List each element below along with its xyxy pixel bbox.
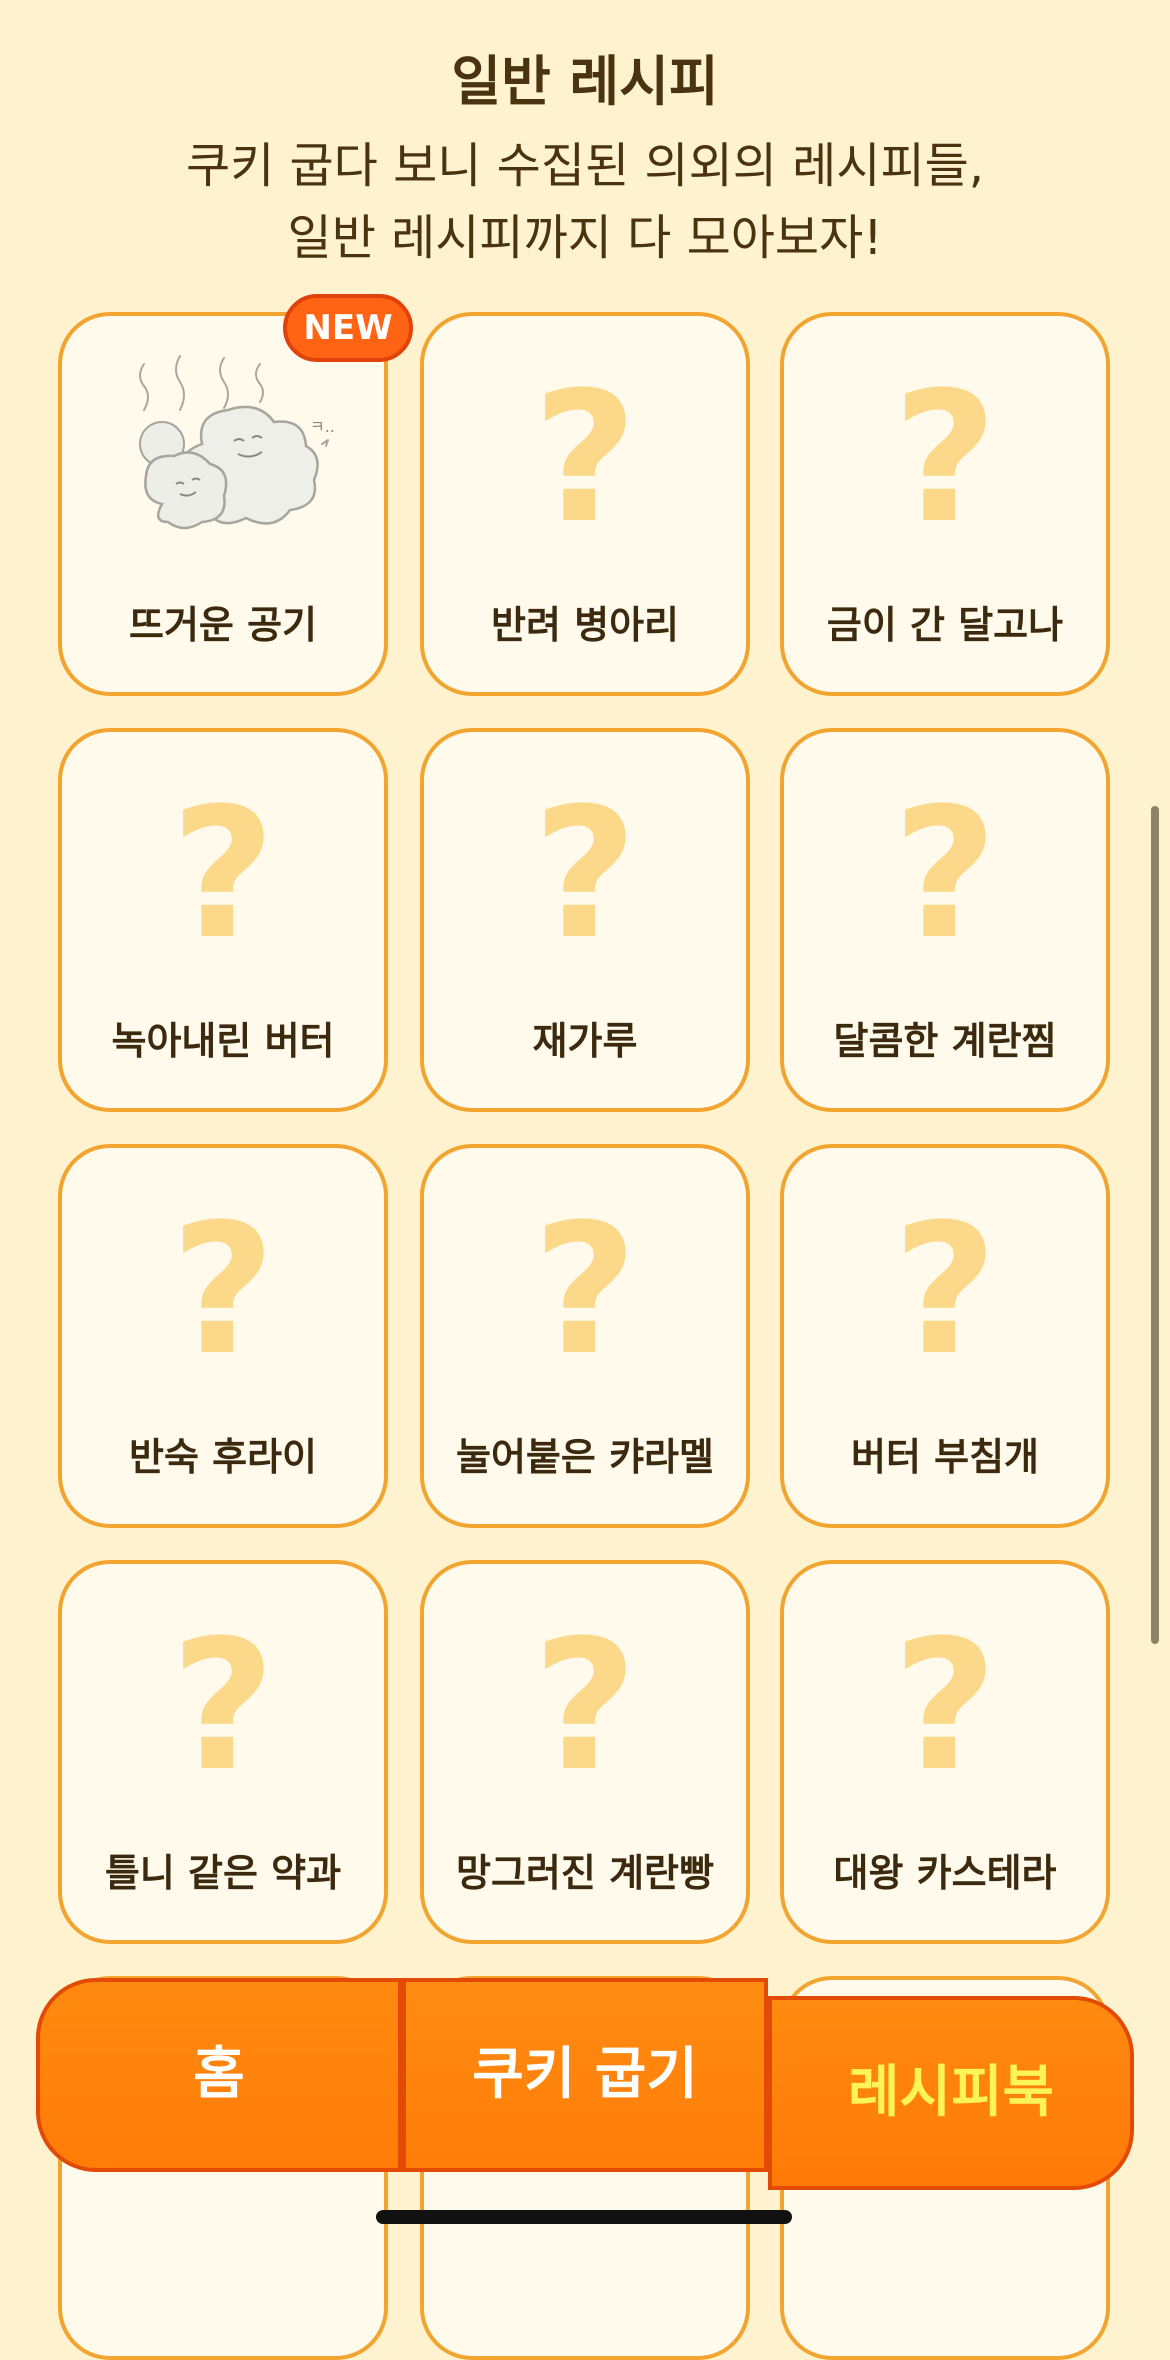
hot-air-illustration: ㅋ.. — [139, 355, 335, 530]
question-mark-icon: ? — [892, 770, 998, 979]
recipe-card-locked[interactable]: ? 반려 병아리 — [420, 312, 750, 696]
tab-recipe-book[interactable]: 레시피북 — [768, 1996, 1134, 2190]
recipe-name: 반려 병아리 — [490, 603, 680, 647]
recipe-name: 대왕 카스테라 — [833, 1851, 1057, 1895]
recipe-card-locked[interactable]: ? 달콤한 계란찜 — [780, 728, 1110, 1112]
question-mark-icon: ? — [892, 354, 998, 563]
recipe-card-locked[interactable]: ? 녹아내린 버터 — [58, 728, 388, 1112]
question-mark-icon: ? — [892, 1602, 998, 1811]
scrollbar[interactable] — [1151, 806, 1159, 1644]
question-mark-icon: ? — [532, 354, 638, 563]
recipe-card-locked[interactable]: ? 망그러진 계란빵 — [420, 1560, 750, 1944]
question-mark-icon: ? — [892, 1186, 998, 1395]
recipe-card-locked[interactable]: ? 눌어붙은 캬라멜 — [420, 1144, 750, 1528]
recipe-name: 눌어붙은 캬라멜 — [456, 1435, 714, 1479]
bottom-tab-bar: 홈 쿠키 굽기 레시피북 — [36, 1978, 1134, 2192]
question-mark-icon: ? — [170, 1602, 276, 1811]
question-mark-icon: ? — [170, 770, 276, 979]
home-indicator[interactable] — [376, 2210, 792, 2224]
svg-text:ㅋ..: ㅋ.. — [310, 417, 335, 436]
page-title: 일반 레시피 — [451, 50, 719, 113]
recipe-card-locked[interactable]: ? 틀니 같은 약과 — [58, 1560, 388, 1944]
question-mark-icon: ? — [170, 1186, 276, 1395]
page-subtitle: 쿠키 굽다 보니 수집된 의외의 레시피들, 일반 레시피까지 다 모아보자! — [0, 130, 1170, 274]
recipe-name: 녹아내린 버터 — [111, 1019, 335, 1063]
subtitle-line-2: 일반 레시피까지 다 모아보자! — [287, 210, 883, 266]
recipe-name: 달콤한 계란찜 — [833, 1019, 1057, 1063]
recipe-name: 반숙 후라이 — [128, 1435, 318, 1479]
recipe-name: 망그러진 계란빵 — [456, 1851, 714, 1895]
recipe-card-hot-air[interactable]: ㅋ.. 뜨거운 공기 NEW — [58, 294, 413, 696]
recipe-name: 뜨거운 공기 — [128, 603, 318, 647]
question-mark-icon: ? — [532, 1602, 638, 1811]
question-mark-icon: ? — [532, 1186, 638, 1395]
recipe-name: 재가루 — [532, 1019, 638, 1063]
recipe-card-locked[interactable]: ? 금이 간 달고나 — [780, 312, 1110, 696]
subtitle-line-1: 쿠키 굽다 보니 수집된 의외의 레시피들, — [185, 138, 985, 194]
recipe-card-locked[interactable]: ? 반숙 후라이 — [58, 1144, 388, 1528]
tab-home[interactable]: 홈 — [36, 1978, 402, 2172]
page-header: 일반 레시피 쿠키 굽다 보니 수집된 의외의 레시피들, 일반 레시피까지 다… — [0, 40, 1170, 274]
recipe-name: 버터 부침개 — [850, 1435, 1040, 1479]
question-mark-icon: ? — [532, 770, 638, 979]
recipe-card-locked[interactable]: ? 재가루 — [420, 728, 750, 1112]
recipe-card-locked[interactable]: ? 버터 부침개 — [780, 1144, 1110, 1528]
tab-bake-cookies[interactable]: 쿠키 굽기 — [402, 1978, 768, 2172]
recipe-card-locked[interactable]: ? 대왕 카스테라 — [780, 1560, 1110, 1944]
recipe-name: 금이 간 달고나 — [826, 603, 1064, 647]
recipe-name: 틀니 같은 약과 — [104, 1851, 342, 1895]
new-badge: NEW — [283, 294, 413, 362]
